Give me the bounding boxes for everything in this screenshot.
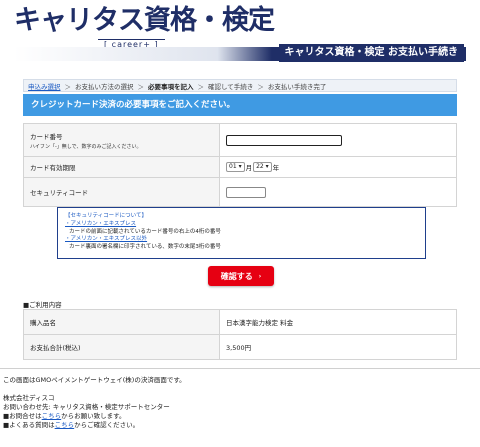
card-number-field-cell	[219, 123, 457, 157]
chevron-down-icon: ▾	[265, 163, 269, 170]
breadcrumb-step-select[interactable]: 申込み選択	[28, 81, 61, 91]
info-title: 【セキュリティコードについて】	[65, 213, 148, 219]
security-code-label: セキュリティコード	[23, 177, 220, 207]
footer-divider	[0, 368, 480, 369]
inquiry-link[interactable]: こちら	[42, 412, 62, 420]
security-code-info-box: 【セキュリティコードについて】 ・アメリカン・エキスプレス カードの前面に記載さ…	[57, 207, 426, 259]
section-title: クレジットカード決済の必要事項をご記入ください。	[23, 94, 457, 116]
breadcrumb-step-confirm: 確認して手続き	[208, 82, 254, 91]
usage-total-value: 3,500円	[219, 334, 457, 360]
expiry-month-select[interactable]: 01 ▾	[226, 162, 245, 172]
inquiry-line: ■お問合せはこちらからお願い致します。	[3, 412, 126, 420]
chevron-right-icon: ›	[258, 272, 262, 280]
breadcrumb: 申込み選択 ＞ お支払い方法の選択 ＞ 必要事項を記入 ＞ 確認して手続き ＞ …	[23, 79, 457, 92]
breadcrumb-step-payment-method: お支払い方法の選択	[75, 82, 134, 91]
security-code-input[interactable]	[226, 186, 266, 198]
chevron-down-icon: ▾	[238, 163, 242, 170]
card-number-input[interactable]	[226, 134, 342, 146]
breadcrumb-separator: ＞	[64, 82, 72, 91]
footer: この画面はGMOペイメントゲートウェイ(株)の決済画面です。 株式会社ディスコ …	[3, 376, 186, 430]
breadcrumb-step-current: 必要事項を記入	[148, 82, 194, 91]
breadcrumb-step-complete: お支払い手続き完了	[267, 82, 327, 91]
expiry-row: カード有効期限 01 ▾ 月 22 ▾ 年	[23, 156, 457, 178]
info-amex-label: ・アメリカン・エキスプレス	[65, 220, 137, 227]
expiry-month-unit: 月	[245, 164, 253, 172]
gmo-note: この画面はGMOペイメントゲートウェイ(株)の決済画面です。	[3, 376, 186, 384]
expiry-month-value: 01	[229, 163, 237, 170]
expiry-label: カード有効期限	[23, 156, 220, 178]
security-code-row: セキュリティコード	[23, 177, 457, 207]
card-number-label-cell: カード番号 ハイフン「-」無しで、数字のみご記入ください。	[23, 123, 220, 157]
security-code-field-cell	[219, 177, 457, 207]
table-row: お支払合計(税込) 3,500円	[23, 334, 457, 360]
card-number-row: カード番号 ハイフン「-」無しで、数字のみご記入ください。	[23, 123, 457, 157]
usage-heading: ■ご利用内容	[23, 301, 62, 309]
contact-info: お問い合わせ先: キャリタス資格・検定サポートセンター	[3, 403, 170, 411]
confirm-button-label: 確認する	[220, 271, 253, 281]
card-form-table: カード番号 ハイフン「-」無しで、数字のみご記入ください。 カード有効期限 01…	[23, 123, 457, 207]
breadcrumb-separator: ＞	[197, 82, 205, 91]
expiry-year-select[interactable]: 22 ▾	[253, 162, 272, 172]
card-number-label: カード番号	[30, 132, 63, 141]
expiry-year-value: 22	[256, 163, 264, 170]
page-title: キャリタス資格・検定 お支払い手続き	[278, 44, 464, 62]
faq-line: ■よくある質問はこちらからご確認ください。	[3, 421, 140, 429]
usage-total-label: お支払合計(税込)	[23, 334, 220, 360]
info-other-text: カード裏面の署名欄に印字されている、数字の末尾3桁の番号	[69, 244, 221, 251]
site-logo[interactable]: キャリタス資格・検定	[14, 6, 275, 36]
confirm-button[interactable]: 確認する ›	[208, 266, 274, 286]
usage-table: 購入品名 日本漢字能力検定 料金 お支払合計(税込) 3,500円	[23, 309, 457, 360]
expiry-year-unit: 年	[272, 164, 280, 172]
breadcrumb-separator: ＞	[137, 82, 145, 91]
expiry-field-cell: 01 ▾ 月 22 ▾ 年	[219, 156, 457, 178]
table-row: 購入品名 日本漢字能力検定 料金	[23, 309, 457, 335]
usage-item-value: 日本漢字能力検定 料金	[219, 309, 457, 335]
breadcrumb-separator: ＞	[257, 82, 264, 91]
card-number-hint: ハイフン「-」無しで、数字のみご記入ください。	[30, 143, 142, 150]
site-header: キャリタス資格・検定 [ career+ ] キャリタス資格・検定 お支払い手続…	[0, 0, 480, 70]
faq-link[interactable]: こちら	[55, 421, 75, 429]
company-name: 株式会社ディスコ	[3, 394, 55, 402]
usage-item-label: 購入品名	[23, 309, 220, 335]
